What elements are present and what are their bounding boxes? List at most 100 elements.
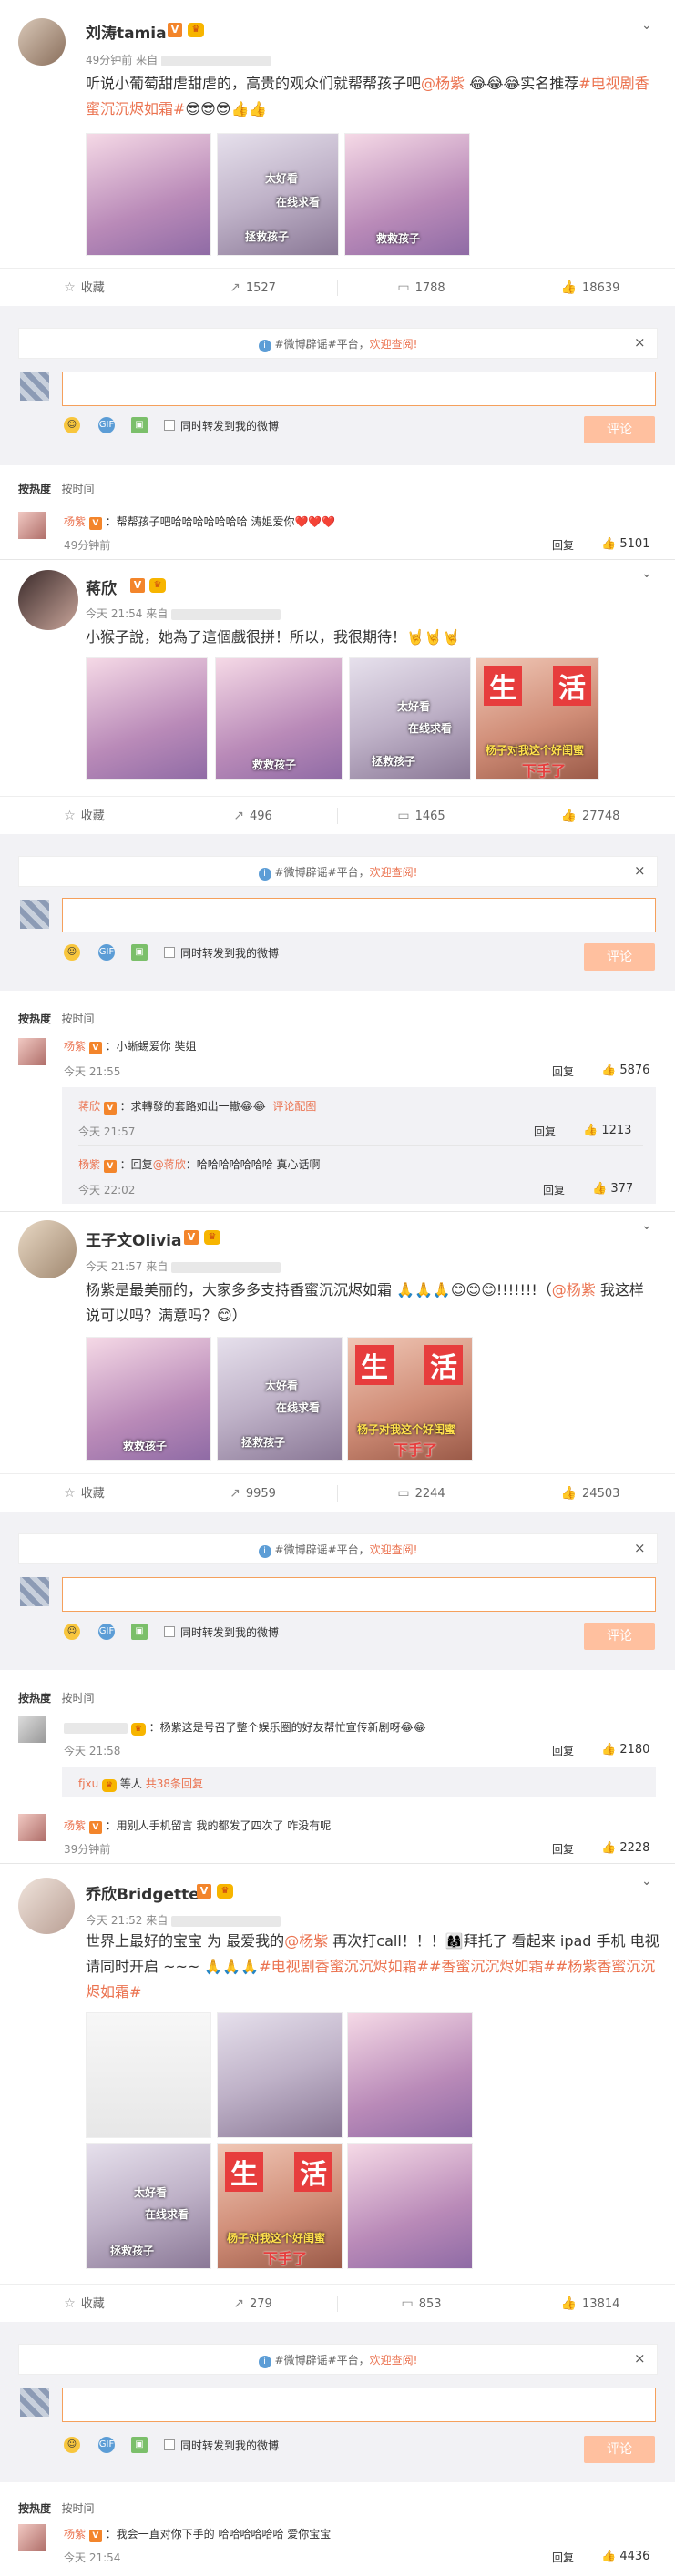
repost-button[interactable]: ↗ 496 <box>169 797 337 835</box>
close-icon[interactable]: × <box>634 334 646 351</box>
mention-link[interactable]: @杨紫 <box>552 1281 596 1298</box>
forward-checkbox[interactable] <box>164 420 175 431</box>
post-image[interactable]: 救救孩子 <box>215 657 343 780</box>
post-comment-button[interactable]: 评论 <box>584 416 655 443</box>
comment-like-button[interactable]: 👍 377 <box>592 1182 633 1196</box>
emoji-icon[interactable]: ☺ <box>64 1624 80 1640</box>
post-comment-button[interactable]: 评论 <box>584 943 655 971</box>
comment-like-button[interactable]: 👍 5101 <box>601 537 649 551</box>
sort-time-tab[interactable]: 按时间 <box>61 483 94 495</box>
chevron-down-icon[interactable]: ⌄ <box>641 1874 652 1889</box>
like-button[interactable]: 👍 18639 <box>506 269 675 307</box>
avatar[interactable] <box>18 1878 75 1934</box>
reply-button[interactable]: 回复 <box>534 1124 556 1139</box>
chevron-down-icon[interactable]: ⌄ <box>641 18 652 33</box>
collect-button[interactable]: ☆ 收藏 <box>0 2285 169 2323</box>
close-icon[interactable]: × <box>634 1540 646 1556</box>
post-image[interactable] <box>347 2143 473 2269</box>
reply-button[interactable]: 回复 <box>552 1064 574 1079</box>
post-image[interactable]: 生活杨子对我这个好闺蜜 下手了 <box>347 1337 473 1461</box>
author-name[interactable]: 刘涛tamia <box>86 20 167 43</box>
image-icon[interactable]: ▣ <box>131 417 148 433</box>
avatar[interactable] <box>18 512 46 539</box>
comment-input[interactable] <box>62 2388 656 2422</box>
sort-hot-tab[interactable]: 按热度 <box>18 483 51 495</box>
like-button[interactable]: 👍 24503 <box>506 1474 675 1512</box>
comment-input[interactable] <box>62 372 656 406</box>
post-image[interactable]: 太好看 在线求看 拯救孩子 <box>86 2143 211 2269</box>
post-image[interactable] <box>217 2012 343 2138</box>
avatar[interactable] <box>18 1814 46 1841</box>
repost-button[interactable]: ↗ 9959 <box>169 1474 337 1512</box>
avatar[interactable] <box>18 2524 46 2551</box>
image-icon[interactable]: ▣ <box>131 2437 148 2453</box>
like-button[interactable]: 👍 13814 <box>506 2285 675 2323</box>
post-image[interactable] <box>86 2012 211 2138</box>
forward-checkbox[interactable] <box>164 947 175 958</box>
avatar[interactable] <box>18 1038 46 1065</box>
sort-time-tab[interactable]: 按时间 <box>61 1692 94 1705</box>
avatar[interactable] <box>18 1716 46 1743</box>
image-icon[interactable]: ▣ <box>131 1624 148 1640</box>
post-comment-button[interactable]: 评论 <box>584 2436 655 2463</box>
reply-button[interactable]: 回复 <box>552 1841 574 1857</box>
sort-hot-tab[interactable]: 按热度 <box>18 1013 51 1025</box>
comment-button[interactable]: ▭ 2244 <box>337 1474 506 1512</box>
post-image[interactable]: 救救孩子 <box>86 1337 211 1461</box>
mention-link[interactable]: @杨紫 <box>421 75 465 92</box>
sort-hot-tab[interactable]: 按热度 <box>18 1692 51 1705</box>
comment-button[interactable]: ▭ 853 <box>337 2285 506 2323</box>
avatar[interactable] <box>18 18 66 66</box>
more-replies-link[interactable]: fjxu ♛ 等人 共38条回复 <box>78 1776 203 1792</box>
close-icon[interactable]: × <box>634 2350 646 2367</box>
gif-icon[interactable]: GIF <box>98 944 115 961</box>
collect-button[interactable]: ☆ 收藏 <box>0 797 169 835</box>
post-image[interactable]: 太好看 在线求看 拯救孩子 <box>217 1337 343 1461</box>
post-comment-button[interactable]: 评论 <box>584 1623 655 1650</box>
comment-like-button[interactable]: 👍 2228 <box>601 1841 649 1855</box>
chevron-down-icon[interactable]: ⌄ <box>641 566 652 581</box>
post-image[interactable]: 生活杨子对我这个好闺蜜 下手了 <box>476 657 599 780</box>
author-name[interactable]: 乔欣Bridgette <box>86 1881 199 1904</box>
emoji-icon[interactable]: ☺ <box>64 417 80 433</box>
mention-link[interactable]: @杨紫 <box>284 1932 328 1950</box>
avatar[interactable] <box>18 1220 77 1278</box>
post-image[interactable]: 太好看 在线求看 拯救孩子 <box>349 657 471 780</box>
comment-like-button[interactable]: 👍 1213 <box>583 1124 631 1137</box>
close-icon[interactable]: × <box>634 862 646 879</box>
gif-icon[interactable]: GIF <box>98 417 115 433</box>
comment-like-button[interactable]: 👍 5876 <box>601 1064 649 1077</box>
reply-button[interactable]: 回复 <box>543 1182 565 1197</box>
post-image[interactable] <box>86 133 211 256</box>
comment-button[interactable]: ▭ 1788 <box>337 269 506 307</box>
chevron-down-icon[interactable]: ⌄ <box>641 1218 652 1233</box>
forward-checkbox[interactable] <box>164 2439 175 2450</box>
collect-button[interactable]: ☆ 收藏 <box>0 269 169 307</box>
post-image[interactable] <box>86 657 208 780</box>
post-image[interactable] <box>347 2012 473 2138</box>
collect-button[interactable]: ☆ 收藏 <box>0 1474 169 1512</box>
sort-time-tab[interactable]: 按时间 <box>61 1013 94 1025</box>
post-image[interactable]: 生活杨子对我这个好闺蜜 下手了 <box>217 2143 343 2269</box>
comment-input[interactable] <box>62 1577 656 1612</box>
reply-button[interactable]: 回复 <box>552 2550 574 2565</box>
comment-input[interactable] <box>62 898 656 932</box>
comment-like-button[interactable]: 👍 4436 <box>601 2550 649 2563</box>
post-image[interactable]: 救救孩子 <box>344 133 470 256</box>
repost-button[interactable]: ↗ 1527 <box>169 269 337 307</box>
like-button[interactable]: 👍 27748 <box>506 797 675 835</box>
sort-hot-tab[interactable]: 按热度 <box>18 2502 51 2515</box>
image-icon[interactable]: ▣ <box>131 944 148 961</box>
sort-time-tab[interactable]: 按时间 <box>61 2502 94 2515</box>
emoji-icon[interactable]: ☺ <box>64 2437 80 2453</box>
comment-like-button[interactable]: 👍 2180 <box>601 1743 649 1756</box>
author-name[interactable]: 王子文Olivia <box>86 1227 182 1250</box>
reply-button[interactable]: 回复 <box>552 1743 574 1758</box>
avatar[interactable] <box>18 570 78 630</box>
author-name[interactable]: 蒋欣 <box>86 575 117 598</box>
repost-button[interactable]: ↗ 279 <box>169 2285 337 2323</box>
reply-button[interactable]: 回复 <box>552 537 574 553</box>
emoji-icon[interactable]: ☺ <box>64 944 80 961</box>
post-image[interactable]: 太好看 在线求看 拯救孩子 <box>217 133 339 256</box>
gif-icon[interactable]: GIF <box>98 2437 115 2453</box>
